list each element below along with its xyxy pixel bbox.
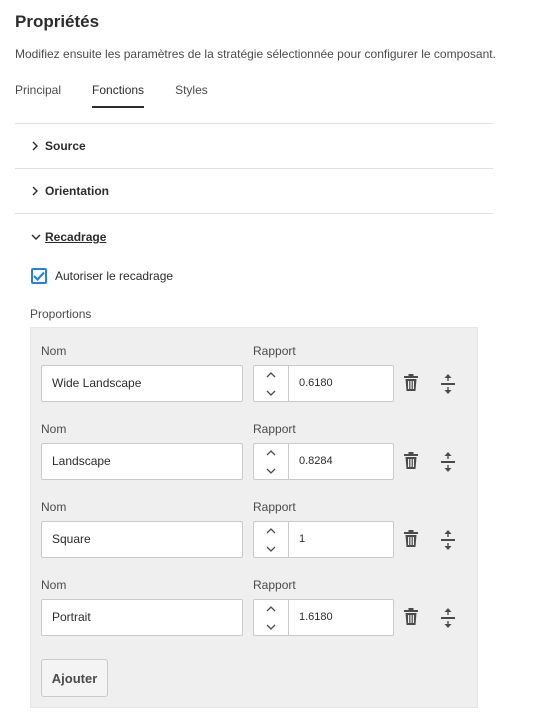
name-label: Nom	[41, 344, 67, 358]
proportion-row: Nom Rapport Square 1	[31, 500, 477, 578]
chevron-up-icon	[266, 605, 276, 611]
proportion-row: Nom Rapport Landscape 0.8284	[31, 422, 477, 500]
divider	[15, 168, 493, 169]
proportion-row: Nom Rapport Portrait 1.6180	[31, 578, 477, 656]
move-handle-icon[interactable]	[441, 530, 455, 550]
move-handle-icon[interactable]	[441, 608, 455, 628]
chevron-up-icon	[266, 449, 276, 455]
tab-bar: Principal Fonctions Styles	[15, 82, 239, 108]
allow-crop-label: Autoriser le recadrage	[55, 269, 174, 283]
chevron-down-icon	[266, 390, 276, 396]
name-input[interactable]: Landscape	[41, 443, 243, 480]
ratio-label: Rapport	[253, 500, 296, 514]
trash-icon[interactable]	[403, 374, 419, 392]
proportions-label: Proportions	[30, 307, 92, 321]
page-title: Propriétés	[15, 12, 100, 31]
trash-icon[interactable]	[403, 530, 419, 548]
chevron-up-icon	[266, 527, 276, 533]
ratio-input[interactable]: 1.6180	[288, 599, 394, 636]
trash-icon[interactable]	[403, 608, 419, 626]
proportion-row: Nom Rapport Wide Landscape 0.6180	[31, 344, 477, 422]
chevron-down-icon	[266, 546, 276, 552]
ratio-stepper	[253, 443, 289, 480]
divider	[15, 123, 493, 124]
step-down-button[interactable]	[254, 618, 288, 635]
accordion-recadrage[interactable]: Recadrage	[31, 230, 106, 244]
name-label: Nom	[41, 578, 67, 592]
ratio-input[interactable]: 0.8284	[288, 443, 394, 480]
checkmark-icon	[33, 271, 45, 281]
accordion-recadrage-label: Recadrage	[45, 230, 107, 244]
name-input[interactable]: Square	[41, 521, 243, 558]
trash-icon[interactable]	[403, 452, 419, 470]
divider	[15, 213, 493, 214]
name-input[interactable]: Wide Landscape	[41, 365, 243, 402]
name-label: Nom	[41, 422, 67, 436]
step-down-button[interactable]	[254, 540, 288, 557]
step-up-button[interactable]	[254, 366, 288, 383]
ratio-stepper	[253, 365, 289, 402]
proportions-panel: Nom Rapport Wide Landscape 0.6180 Nom Ra…	[30, 327, 478, 708]
step-up-button[interactable]	[254, 600, 288, 617]
tab-fonctions[interactable]: Fonctions	[92, 82, 145, 108]
ratio-label: Rapport	[253, 422, 296, 436]
chevron-up-icon	[266, 371, 276, 377]
chevron-right-icon	[31, 141, 45, 151]
allow-crop-checkbox[interactable]	[31, 268, 47, 284]
allow-crop-row: Autoriser le recadrage	[31, 268, 173, 284]
accordion-source-label: Source	[45, 139, 86, 153]
accordion-orientation[interactable]: Orientation	[31, 184, 109, 198]
page-description: Modifiez ensuite les paramètres de la st…	[15, 47, 496, 61]
chevron-down-icon	[31, 233, 45, 241]
ratio-stepper	[253, 599, 289, 636]
add-button[interactable]: Ajouter	[41, 659, 108, 697]
ratio-label: Rapport	[253, 344, 296, 358]
ratio-label: Rapport	[253, 578, 296, 592]
ratio-stepper	[253, 521, 289, 558]
step-up-button[interactable]	[254, 444, 288, 461]
tab-principal[interactable]: Principal	[15, 82, 61, 108]
name-input[interactable]: Portrait	[41, 599, 243, 636]
chevron-down-icon	[266, 624, 276, 630]
step-up-button[interactable]	[254, 522, 288, 539]
ratio-input[interactable]: 0.6180	[288, 365, 394, 402]
step-down-button[interactable]	[254, 462, 288, 479]
ratio-input[interactable]: 1	[288, 521, 394, 558]
chevron-down-icon	[266, 468, 276, 474]
chevron-right-icon	[31, 186, 45, 196]
move-handle-icon[interactable]	[441, 374, 455, 394]
move-handle-icon[interactable]	[441, 452, 455, 472]
step-down-button[interactable]	[254, 384, 288, 401]
tab-styles[interactable]: Styles	[175, 82, 208, 108]
accordion-source[interactable]: Source	[31, 139, 86, 153]
accordion-orientation-label: Orientation	[45, 184, 110, 198]
name-label: Nom	[41, 500, 67, 514]
